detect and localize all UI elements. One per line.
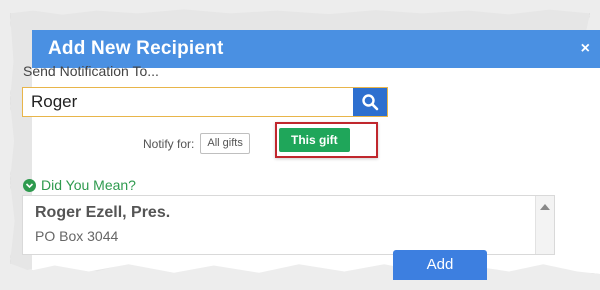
this-gift-toggle[interactable]: This gift: [279, 128, 350, 152]
send-notification-label: Send Notification To...: [23, 63, 159, 79]
did-you-mean-link[interactable]: Did You Mean?: [23, 177, 136, 193]
close-icon[interactable]: ×: [581, 40, 590, 58]
suggestion-name: Roger Ezell, Pres.: [35, 204, 171, 221]
recipient-search-field: [22, 87, 388, 117]
chevron-down-icon: [23, 178, 36, 192]
notify-for-row: Notify for: All gifts: [143, 133, 250, 154]
scroll-up-arrow-icon[interactable]: [540, 204, 550, 210]
search-icon: [362, 94, 379, 111]
suggestion-list: Roger Ezell, Pres. PO Box 3044: [22, 195, 555, 255]
dialog-title: Add New Recipient: [48, 38, 224, 59]
recipient-search-input[interactable]: [23, 88, 353, 116]
suggestion-address: PO Box 3044: [35, 228, 119, 244]
scrollbar[interactable]: [535, 196, 554, 254]
all-gifts-toggle[interactable]: All gifts: [200, 133, 250, 154]
notify-for-label: Notify for:: [143, 136, 195, 151]
search-button[interactable]: [353, 88, 387, 116]
did-you-mean-label: Did You Mean?: [41, 177, 136, 193]
add-button[interactable]: Add: [393, 250, 487, 280]
